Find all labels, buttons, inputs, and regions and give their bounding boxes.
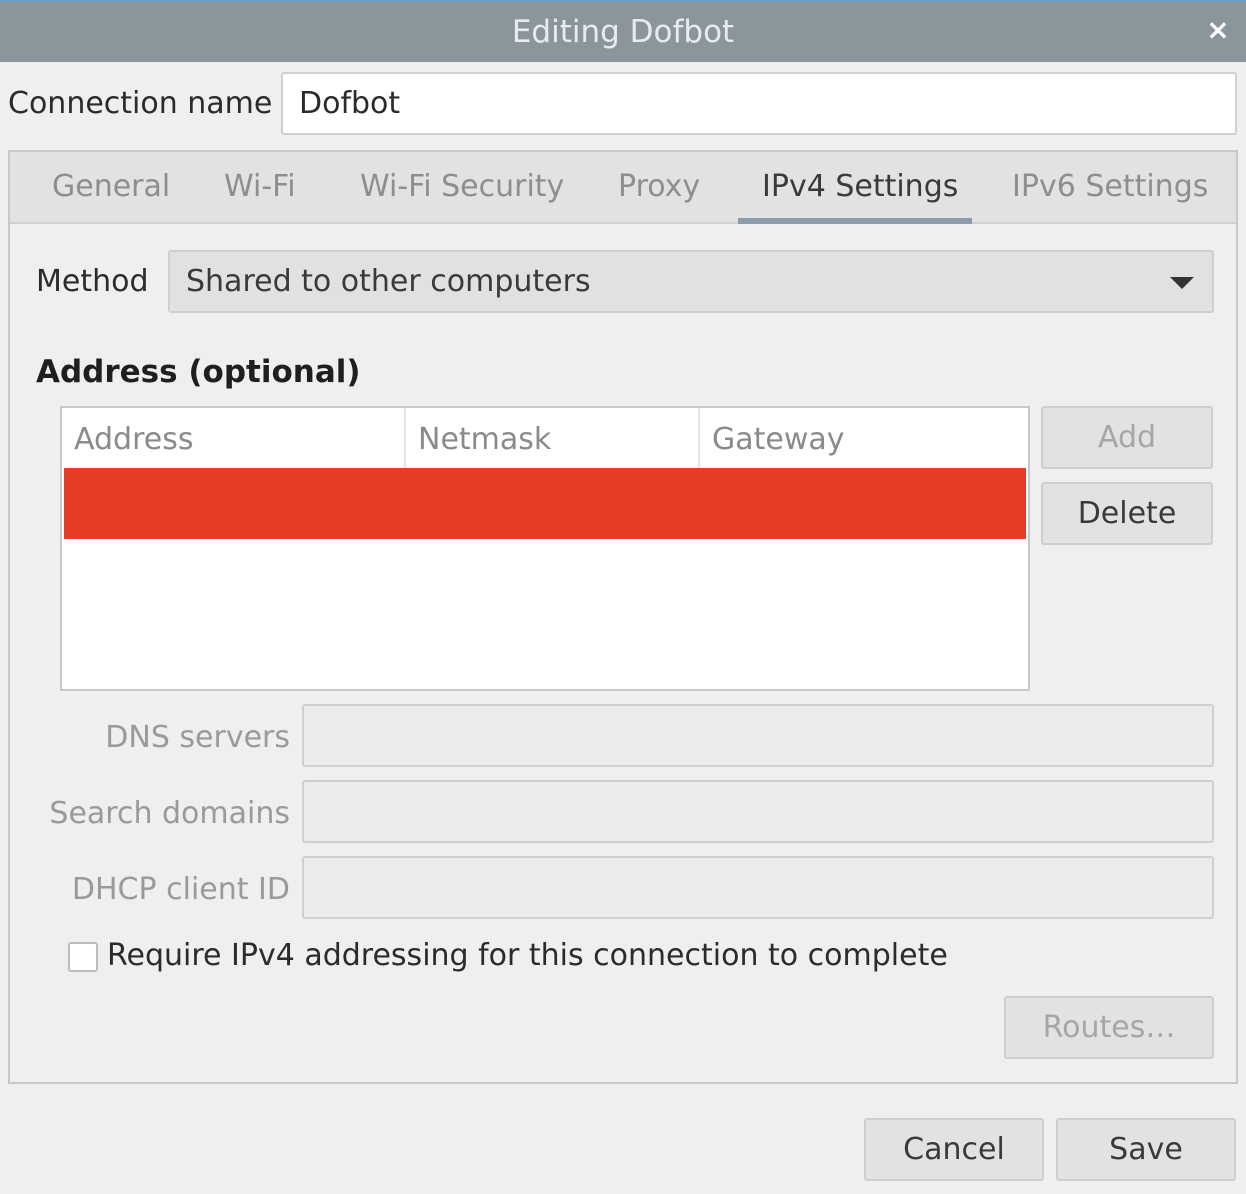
- tab-wifi-security[interactable]: Wi-Fi Security: [360, 169, 564, 204]
- chevron-down-icon: [1170, 277, 1194, 289]
- address-section-title: Address (optional): [36, 354, 361, 390]
- method-dropdown-value: Shared to other computers: [186, 264, 591, 299]
- address-table-header: Address Netmask Gateway: [62, 408, 1028, 468]
- dns-servers-label: DNS servers: [105, 720, 290, 755]
- column-header-address[interactable]: Address: [74, 422, 193, 457]
- column-header-netmask[interactable]: Netmask: [418, 422, 551, 457]
- edit-connection-dialog: Editing Dofbot × Connection name Dofbot …: [0, 0, 1246, 1194]
- add-button[interactable]: Add: [1041, 406, 1213, 469]
- tab-proxy[interactable]: Proxy: [618, 169, 700, 204]
- tab-ipv6-settings[interactable]: IPv6 Settings: [1012, 169, 1208, 204]
- title-bar[interactable]: Editing Dofbot ×: [0, 0, 1246, 62]
- routes-button[interactable]: Routes…: [1004, 996, 1214, 1059]
- column-separator: [698, 408, 700, 468]
- tab-wifi[interactable]: Wi-Fi: [224, 169, 296, 204]
- method-dropdown[interactable]: Shared to other computers: [168, 250, 1214, 313]
- dhcp-client-id-label: DHCP client ID: [71, 872, 290, 907]
- address-table[interactable]: Address Netmask Gateway: [60, 406, 1030, 691]
- save-button[interactable]: Save: [1056, 1118, 1236, 1181]
- connection-name-input[interactable]: Dofbot: [281, 72, 1237, 135]
- table-row-selected[interactable]: [64, 468, 1026, 539]
- search-domains-input[interactable]: [302, 780, 1214, 843]
- tab-bar: General Wi-Fi Wi-Fi Security Proxy IPv4 …: [10, 152, 1236, 224]
- search-domains-label: Search domains: [49, 796, 290, 831]
- cancel-button[interactable]: Cancel: [864, 1118, 1044, 1181]
- close-icon[interactable]: ×: [1204, 16, 1232, 44]
- column-separator: [404, 408, 406, 468]
- tab-general[interactable]: General: [52, 169, 170, 204]
- tab-ipv4-settings[interactable]: IPv4 Settings: [762, 169, 958, 204]
- settings-notebook: General Wi-Fi Wi-Fi Security Proxy IPv4 …: [8, 150, 1238, 1084]
- column-header-gateway[interactable]: Gateway: [712, 422, 845, 457]
- dns-servers-input[interactable]: [302, 704, 1214, 767]
- connection-name-label: Connection name: [8, 86, 273, 121]
- delete-button[interactable]: Delete: [1041, 482, 1213, 545]
- dhcp-client-id-input[interactable]: [302, 856, 1214, 919]
- active-tab-indicator: [738, 218, 972, 224]
- require-ipv4-checkbox[interactable]: [68, 942, 98, 972]
- require-ipv4-label[interactable]: Require IPv4 addressing for this connect…: [107, 938, 948, 973]
- window-title: Editing Dofbot: [511, 14, 735, 50]
- method-label: Method: [36, 264, 149, 299]
